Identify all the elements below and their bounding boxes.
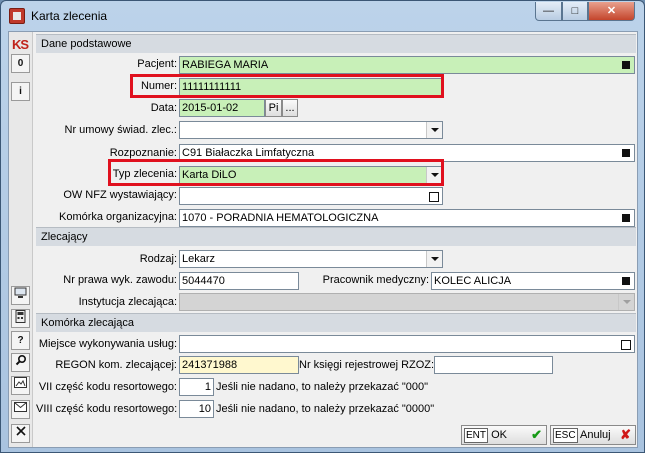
rozpoznanie-value: C91 Białaczka Limfatyczna	[182, 147, 315, 159]
dialog-window: Karta zlecenia — □ ✕ KS 0 i ? Dane podst…	[0, 0, 645, 453]
vii-label: VII część kodu resortowego:	[38, 381, 177, 393]
calculator-icon[interactable]	[11, 309, 30, 328]
nr-prawa-value: 5044470	[182, 275, 225, 287]
left-toolbar: KS 0 i ?	[9, 32, 33, 447]
ok-button[interactable]: ENT OK ✔	[461, 425, 547, 445]
regon-field[interactable]: 241371988	[179, 356, 299, 374]
viii-value: 10	[198, 403, 211, 415]
komorka-field[interactable]: 1070 - PORADNIA HEMATOLOGICZNA	[179, 209, 635, 227]
regon-label: REGON kom. zlecającej:	[55, 359, 177, 371]
close-x-icon[interactable]	[11, 424, 30, 443]
cancel-button[interactable]: ESC Anuluj ✘	[550, 425, 636, 445]
pracownik-label: Pracownik medyczny:	[322, 274, 429, 286]
viii-field[interactable]: 10	[179, 400, 214, 418]
app-icon	[9, 8, 25, 24]
numer-highlight-box	[130, 74, 444, 98]
nr-umowy-dropdown-icon[interactable]	[426, 122, 442, 138]
pracownik-value: KOLEC ALICJA	[434, 275, 512, 287]
section-header-komorka-zlecajaca: Komórka zlecająca	[36, 313, 636, 332]
title-bar: Karta zlecenia — □ ✕	[1, 1, 644, 31]
minimize-button[interactable]: —	[535, 2, 562, 21]
data-value: 2015-01-02	[182, 102, 239, 114]
data-field[interactable]: 2015-01-02	[179, 99, 265, 117]
monitor-icon[interactable]	[11, 286, 30, 305]
pracownik-field[interactable]: KOLEC ALICJA	[431, 272, 635, 290]
ok-label: OK	[491, 429, 507, 441]
mail-icon[interactable]	[11, 400, 30, 419]
pacjent-label: Pacjent:	[137, 58, 177, 70]
picture-icon[interactable]	[11, 376, 30, 395]
close-button[interactable]: ✕	[588, 2, 635, 21]
pacjent-field[interactable]: RABIEGA MARIA	[179, 56, 635, 74]
rodzaj-label: Rodzaj:	[139, 253, 177, 265]
cancel-x-icon: ✘	[620, 427, 631, 442]
pracownik-select-icon[interactable]	[618, 273, 634, 289]
vii-field[interactable]: 1	[179, 378, 214, 396]
section-header-zlecajacy: Zlecający	[36, 227, 636, 246]
rozpoznanie-label: Rozpoznanie:	[109, 147, 177, 159]
ok-key-label: ENT	[464, 428, 488, 443]
ksiega-label: Nr księgi rejestrowej RZOZ:	[299, 359, 435, 371]
search-icon[interactable]	[11, 353, 30, 372]
data-more-button[interactable]: ...	[282, 99, 298, 117]
ksiega-field[interactable]	[434, 356, 553, 374]
rodzaj-value: Lekarz	[182, 253, 216, 265]
komorka-select-icon[interactable]	[618, 210, 634, 226]
komorka-value: 1070 - PORADNIA HEMATOLOGICZNA	[182, 212, 379, 224]
ow-nfz-field[interactable]	[179, 187, 443, 205]
instytucja-dropdown-icon	[618, 294, 634, 310]
pacjent-value: RABIEGA MARIA	[182, 59, 269, 71]
rodzaj-select[interactable]: Lekarz	[179, 250, 443, 268]
miejsce-label: Miejsce wykonywania usług:	[38, 338, 177, 350]
rozpoznanie-select-icon[interactable]	[618, 145, 634, 161]
section-header-dane-podstawowe: Dane podstawowe	[36, 34, 636, 53]
viii-hint: Jeśli nie nadano, to należy przekazać "0…	[216, 403, 435, 415]
regon-value: 241371988	[182, 359, 238, 371]
nr-umowy-select[interactable]	[179, 121, 443, 139]
info-button[interactable]: i	[11, 82, 30, 101]
maximize-button[interactable]: □	[562, 2, 588, 21]
checkmark-icon: ✔	[531, 427, 542, 442]
cancel-label: Anuluj	[580, 429, 611, 441]
vii-value: 1	[204, 381, 211, 393]
zero-button[interactable]: 0	[11, 54, 30, 73]
cancel-key-label: ESC	[553, 428, 578, 443]
vii-hint: Jeśli nie nadano, to należy przekazać "0…	[216, 381, 429, 393]
nr-umowy-label: Nr umowy świad. zlec.:	[64, 124, 177, 136]
komorka-label: Komórka organizacyjna:	[58, 211, 177, 223]
dialog-client-area: KS 0 i ? Dane podstawowe Pacjent: RABIEG…	[8, 31, 638, 448]
ks-logo: KS	[12, 37, 29, 52]
data-pi-button[interactable]: Pi	[265, 99, 282, 117]
miejsce-select-icon[interactable]	[617, 336, 633, 352]
typ-zlecenia-highlight-box	[108, 159, 444, 186]
instytucja-select	[179, 293, 635, 311]
nr-prawa-field[interactable]: 5044470	[179, 272, 299, 290]
nr-prawa-label: Nr prawa wyk. zawodu:	[63, 274, 177, 286]
ow-nfz-select-icon[interactable]	[425, 188, 441, 204]
data-label: Data:	[150, 102, 177, 114]
viii-label: VIII część kodu resortowego:	[36, 403, 178, 415]
rodzaj-dropdown-icon[interactable]	[426, 251, 442, 267]
window-title: Karta zlecenia	[31, 9, 108, 23]
help-button[interactable]: ?	[11, 331, 30, 350]
instytucja-label: Instytucja zlecająca:	[78, 296, 177, 308]
miejsce-field[interactable]	[179, 335, 635, 353]
ow-nfz-label: OW NFZ wystawiający:	[63, 189, 177, 201]
pacjent-select-icon[interactable]	[618, 57, 634, 73]
